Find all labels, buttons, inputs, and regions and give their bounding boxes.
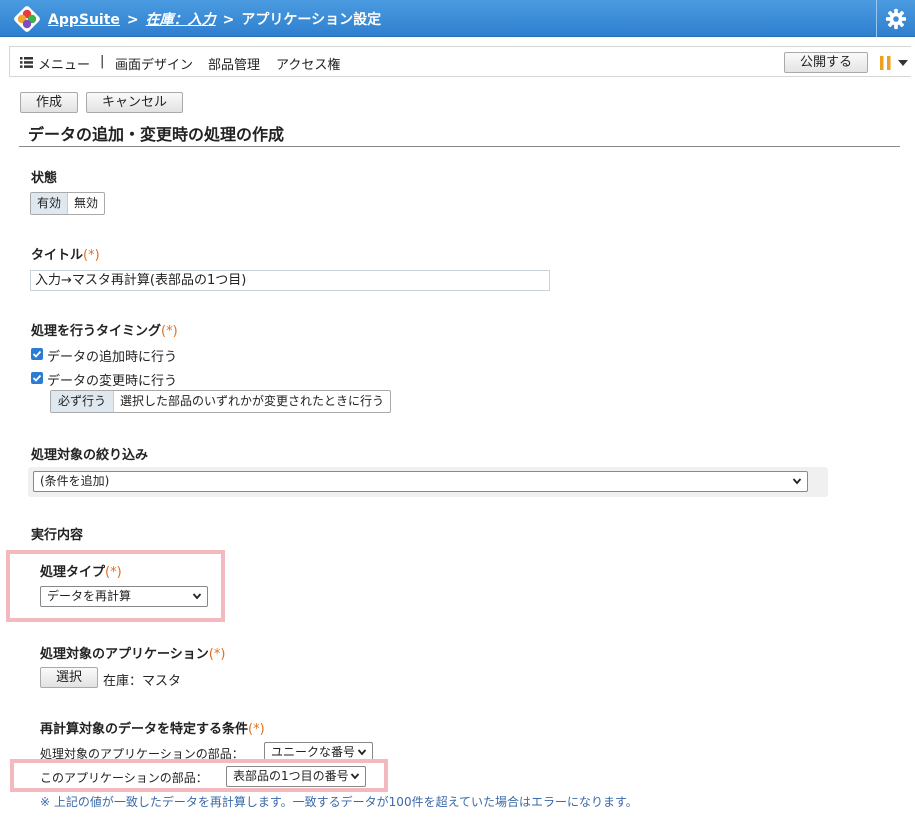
timing-change-checkbox[interactable]: [31, 372, 43, 384]
check-icon: [32, 350, 42, 358]
timing-label: 処理を行うタイミング(*): [31, 320, 178, 339]
state-enabled-option[interactable]: 有効: [31, 193, 68, 214]
state-disabled-option[interactable]: 無効: [67, 193, 104, 214]
target-app-label-text: 処理対象のアプリケーション: [40, 647, 209, 662]
gear-icon: [885, 8, 907, 29]
required-mark: (*): [208, 647, 226, 662]
execution-label: 実行内容: [31, 528, 84, 543]
parts-management-link[interactable]: 部品管理: [208, 54, 260, 73]
required-mark: (*): [83, 248, 100, 263]
menu-link[interactable]: メニュー: [38, 54, 90, 73]
chevron-down-icon[interactable]: [898, 60, 908, 66]
appsuite-logo-icon[interactable]: [14, 6, 40, 32]
process-type-value: データを再計算: [47, 589, 132, 603]
recalc-note: ※ 上記の値が一致したデータを再計算します。一致するデータが100件を超えていた…: [40, 795, 638, 809]
pause-icon[interactable]: [880, 56, 892, 70]
this-part-select[interactable]: 表部品の1つ目の番号: [226, 766, 366, 787]
target-app-label: 処理対象のアプリケーション(*): [40, 643, 225, 662]
publish-button[interactable]: 公開する: [784, 52, 868, 73]
select-app-button[interactable]: 選択: [40, 667, 98, 688]
chevron-down-icon: [792, 478, 802, 485]
chevron-down-icon: [350, 773, 360, 780]
chevron-down-icon: [192, 593, 202, 600]
breadcrumb-separator: >: [126, 12, 139, 28]
breadcrumb: AppSuite > 在庫：入力 > アプリケーション設定: [48, 9, 381, 29]
title-label: タイトル(*): [31, 244, 100, 263]
access-rights-link[interactable]: アクセス権: [276, 54, 340, 73]
cancel-button[interactable]: キャンセル: [86, 92, 183, 113]
timing-add-checkbox[interactable]: [31, 348, 43, 360]
required-mark: (*): [105, 565, 122, 580]
chevron-down-icon: [357, 749, 367, 756]
app-header: AppSuite > 在庫：入力 > アプリケーション設定: [0, 0, 915, 37]
filter-condition-value: (条件を追加): [40, 474, 110, 488]
breadcrumb-separator: >: [222, 12, 235, 28]
timing-add-label[interactable]: データの追加時に行う: [47, 346, 177, 365]
create-button[interactable]: 作成: [20, 92, 78, 113]
menu-divider: |: [100, 54, 105, 69]
settings-button[interactable]: [876, 0, 915, 37]
this-part-label: このアプリケーションの部品：: [40, 771, 208, 785]
state-toggle: 有効 無効: [30, 192, 106, 215]
process-type-label-text: 処理タイプ: [40, 565, 106, 580]
list-icon[interactable]: [20, 57, 33, 68]
title-input-value: 入力→マスタ再計算(表部品の1つ目): [35, 273, 247, 288]
required-mark: (*): [161, 324, 178, 339]
this-part-value: 表部品の1つ目の番号: [233, 769, 349, 783]
timing-label-text: 処理を行うタイミング: [31, 324, 162, 339]
menu-bar: メニュー | 画面デザイン 部品管理 アクセス権 公開する: [9, 46, 911, 77]
filter-condition-select[interactable]: (条件を追加): [33, 471, 808, 492]
target-part-value: ユニークな番号: [271, 745, 356, 759]
timing-change-label[interactable]: データの変更時に行う: [47, 370, 177, 389]
change-timing-toggle: 必ず行う 選択した部品のいずれかが変更されたときに行う: [50, 390, 392, 413]
screen-design-link[interactable]: 画面デザイン: [115, 54, 193, 73]
title-label-text: タイトル: [31, 248, 84, 263]
state-label: 状態: [31, 171, 58, 186]
breadcrumb-appsuite-link[interactable]: AppSuite: [48, 12, 120, 28]
condition-label-text: 再計算対象のデータを特定する条件: [40, 722, 249, 737]
breadcrumb-app-link[interactable]: 在庫：入力: [146, 12, 216, 28]
when-selected-parts-change-option[interactable]: 選択した部品のいずれかが変更されたときに行う: [113, 391, 390, 412]
title-divider: [19, 146, 900, 147]
breadcrumb-current: アプリケーション設定: [241, 12, 382, 28]
check-icon: [32, 374, 42, 382]
target-app-value: 在庫：マスタ: [103, 674, 182, 689]
process-type-label: 処理タイプ(*): [40, 561, 122, 580]
title-input[interactable]: 入力→マスタ再計算(表部品の1つ目): [30, 270, 550, 291]
condition-label: 再計算対象のデータを特定する条件(*): [40, 718, 265, 737]
process-type-select[interactable]: データを再計算: [40, 586, 208, 607]
required-mark: (*): [248, 722, 265, 737]
always-option[interactable]: 必ず行う: [51, 391, 114, 412]
page-title: データの追加・変更時の処理の作成: [28, 125, 285, 144]
filter-label: 処理対象の絞り込み: [31, 448, 149, 463]
